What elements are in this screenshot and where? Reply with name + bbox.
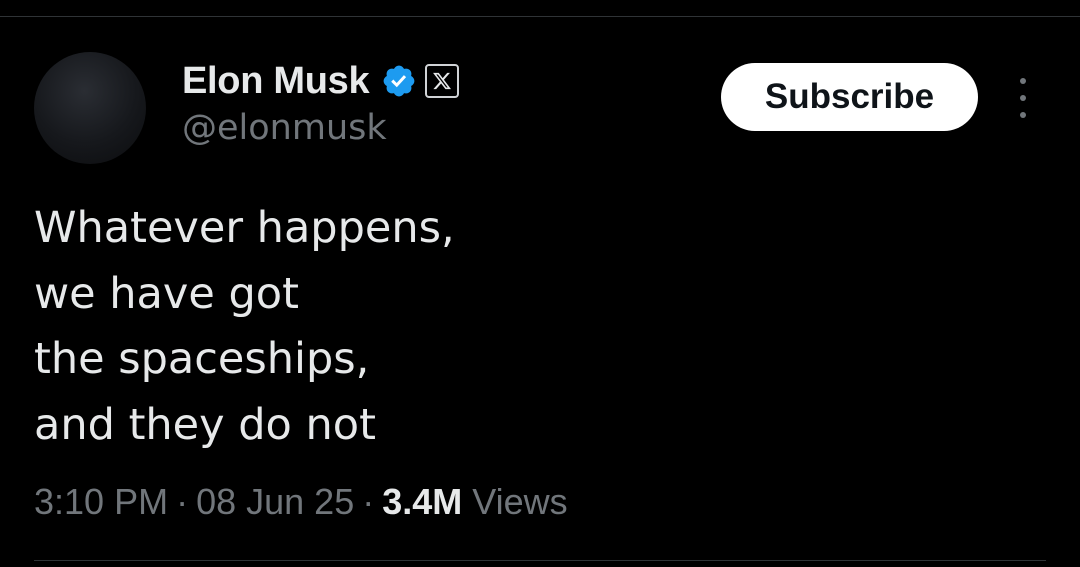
bottom-divider	[34, 560, 1046, 561]
tweet-line: we have got	[34, 268, 299, 319]
views-label: Views	[472, 481, 568, 522]
views-count: 3.4M	[382, 481, 463, 522]
verified-badge-icon[interactable]	[381, 63, 417, 99]
tweet-line: Whatever happens,	[34, 203, 455, 253]
meta-separator: ·	[176, 481, 189, 522]
tweet-text: Whatever happens, we have got the spaces…	[34, 196, 1034, 458]
tweet-line: and they do not	[34, 399, 376, 450]
x-logo-icon[interactable]	[425, 64, 460, 98]
top-divider	[0, 16, 1080, 17]
author-name-row: Elon Musk	[182, 58, 460, 104]
avatar[interactable]	[34, 52, 146, 164]
meta-separator: ·	[362, 481, 375, 522]
author-handle[interactable]: @elonmusk	[182, 108, 387, 148]
author-display-name[interactable]: Elon Musk	[182, 60, 370, 103]
tweet-meta: 3:10 PM · 08 Jun 25 · 3.4M Views	[34, 478, 568, 526]
more-options-icon[interactable]	[1008, 78, 1038, 118]
tweet-date[interactable]: 08 Jun 25	[196, 481, 354, 523]
tweet-line: the spaceships,	[34, 334, 370, 384]
subscribe-button[interactable]: Subscribe	[721, 63, 978, 131]
more-dot	[1020, 78, 1026, 84]
tweet-time[interactable]: 3:10 PM	[34, 481, 168, 523]
more-dot	[1020, 112, 1026, 118]
more-dot	[1020, 95, 1026, 101]
